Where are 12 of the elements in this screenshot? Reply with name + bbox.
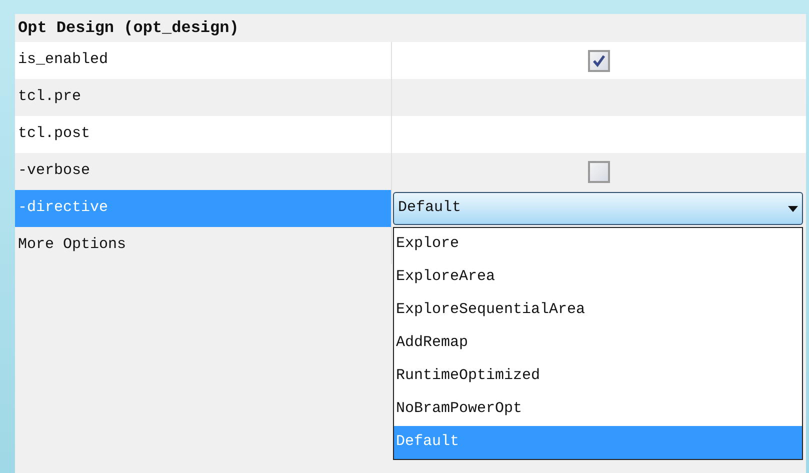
caret-icon bbox=[788, 206, 798, 212]
dropdown-option[interactable]: Explore bbox=[394, 228, 802, 261]
dropdown-option[interactable]: NoBramPowerOpt bbox=[394, 393, 802, 426]
checkbox[interactable] bbox=[588, 160, 610, 182]
checkbox[interactable] bbox=[588, 50, 610, 72]
dropdown-option[interactable]: RuntimeOptimized bbox=[394, 360, 802, 393]
dropdown-option[interactable]: ExploreSequentialArea bbox=[394, 294, 802, 327]
dropdown-option[interactable]: ExploreArea bbox=[394, 261, 802, 294]
checkmark-icon bbox=[592, 54, 606, 68]
panel-title: Opt Design (opt_design) bbox=[17, 18, 240, 39]
dropdown-option[interactable]: AddRemap bbox=[394, 327, 802, 360]
directive-dropdown[interactable]: Default bbox=[393, 192, 803, 225]
